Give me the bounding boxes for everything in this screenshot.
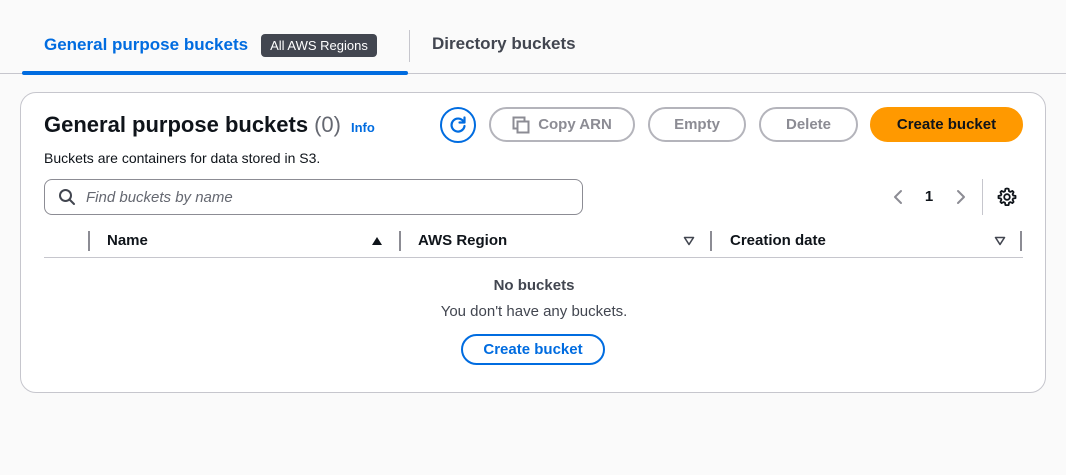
search-field[interactable] — [44, 179, 583, 215]
empty-state-title: No buckets — [493, 277, 575, 294]
tab-directory-buckets[interactable]: Directory buckets — [432, 34, 576, 54]
search-input[interactable] — [86, 188, 556, 206]
buckets-heading: General purpose buckets — [44, 112, 309, 137]
info-link[interactable]: Info — [351, 120, 375, 135]
table-header: Name AWS Region Creation date — [44, 228, 1023, 258]
buckets-container: General purpose buckets (0) Info Buckets… — [20, 92, 1046, 393]
column-header-region[interactable]: AWS Region — [418, 232, 507, 249]
refresh-icon — [450, 116, 466, 133]
search-icon — [59, 189, 75, 205]
bucket-count: (0) — [314, 112, 341, 137]
copy-icon — [512, 116, 530, 133]
empty-button[interactable]: Empty — [648, 107, 746, 142]
page-title: General purpose buckets (0) Info — [44, 112, 375, 138]
column-divider[interactable] — [1020, 231, 1022, 251]
column-divider[interactable] — [710, 231, 712, 251]
current-page[interactable]: 1 — [923, 188, 935, 205]
sort-caret-down-icon[interactable] — [994, 236, 1006, 246]
create-bucket-button[interactable]: Create bucket — [870, 107, 1023, 142]
refresh-button[interactable] — [440, 107, 476, 143]
tab-divider — [409, 30, 410, 62]
buckets-description: Buckets are containers for data stored i… — [44, 150, 321, 166]
sort-ascending-icon[interactable] — [371, 236, 383, 246]
tab-general-label: General purpose buckets — [44, 35, 249, 54]
gear-icon[interactable] — [997, 187, 1017, 207]
column-header-name[interactable]: Name — [107, 232, 148, 249]
delete-button[interactable]: Delete — [759, 107, 858, 142]
chevron-right-icon[interactable] — [953, 187, 969, 207]
copy-arn-label: Copy ARN — [538, 116, 612, 133]
all-regions-badge: All AWS Regions — [261, 33, 377, 57]
sort-caret-down-icon[interactable] — [683, 236, 695, 246]
chevron-left-icon[interactable] — [890, 187, 906, 207]
column-divider — [88, 231, 90, 251]
column-divider[interactable] — [399, 231, 401, 251]
empty-state-create-bucket-button[interactable]: Create bucket — [461, 334, 605, 365]
empty-state-description: You don't have any buckets. — [440, 303, 628, 320]
column-header-creation-date[interactable]: Creation date — [730, 232, 826, 249]
bucket-type-tabs: General purpose buckets All AWS Regions … — [0, 0, 1066, 75]
tab-general-purpose-buckets[interactable]: General purpose buckets All AWS Regions — [22, 22, 408, 75]
pagination-divider — [982, 179, 983, 215]
active-tab-indicator — [22, 71, 408, 75]
copy-arn-button[interactable]: Copy ARN — [489, 107, 635, 142]
